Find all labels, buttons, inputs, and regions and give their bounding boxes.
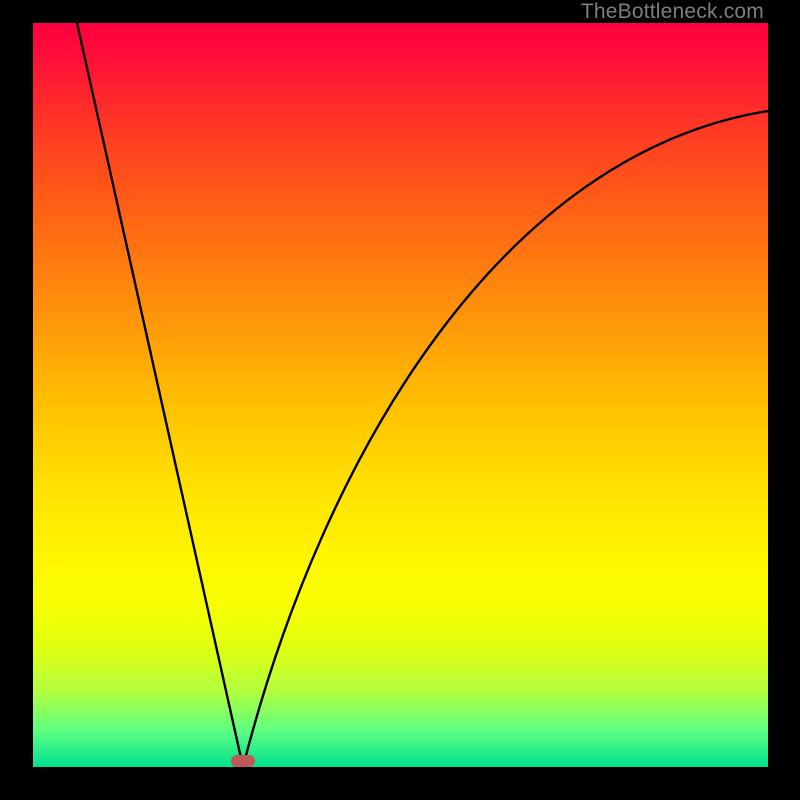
- minimum-marker: [231, 755, 255, 767]
- plot-area: [33, 23, 768, 767]
- bottleneck-curve: [33, 23, 768, 767]
- curve-path: [77, 23, 768, 767]
- chart-frame: TheBottleneck.com: [0, 0, 800, 800]
- watermark-text: TheBottleneck.com: [581, 0, 764, 24]
